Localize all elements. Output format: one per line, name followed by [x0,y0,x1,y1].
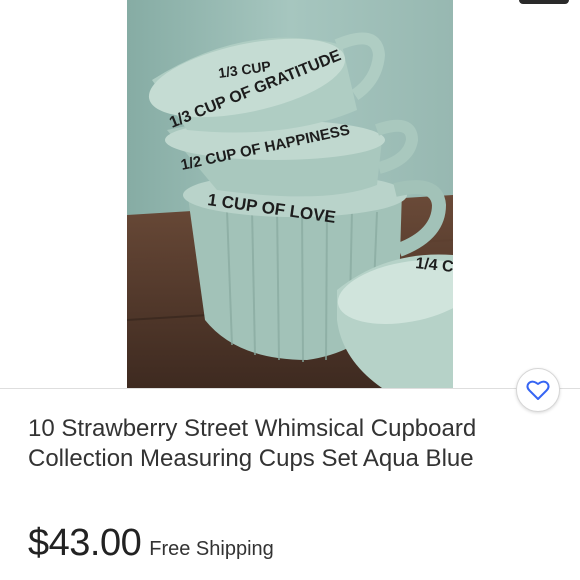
price-row: $43.00 Free Shipping [28,522,274,566]
watch-button[interactable] [516,368,560,412]
overlay-chip [519,0,569,4]
shipping-label: Free Shipping [149,538,274,560]
divider [0,388,580,389]
listing-price: $43.00 [28,522,142,564]
product-photo[interactable]: 1/3 CUP 1/3 CUP OF GRATITUDE 1/2 CUP OF … [127,0,453,388]
product-photo-area[interactable]: 1/3 CUP 1/3 CUP OF GRATITUDE 1/2 CUP OF … [0,0,580,388]
heart-outline-icon [526,380,550,400]
listing-title: 10 Strawberry Street Whimsical Cupboard … [28,415,477,472]
measuring-cups-image: 1/3 CUP 1/3 CUP OF GRATITUDE 1/2 CUP OF … [127,0,453,388]
